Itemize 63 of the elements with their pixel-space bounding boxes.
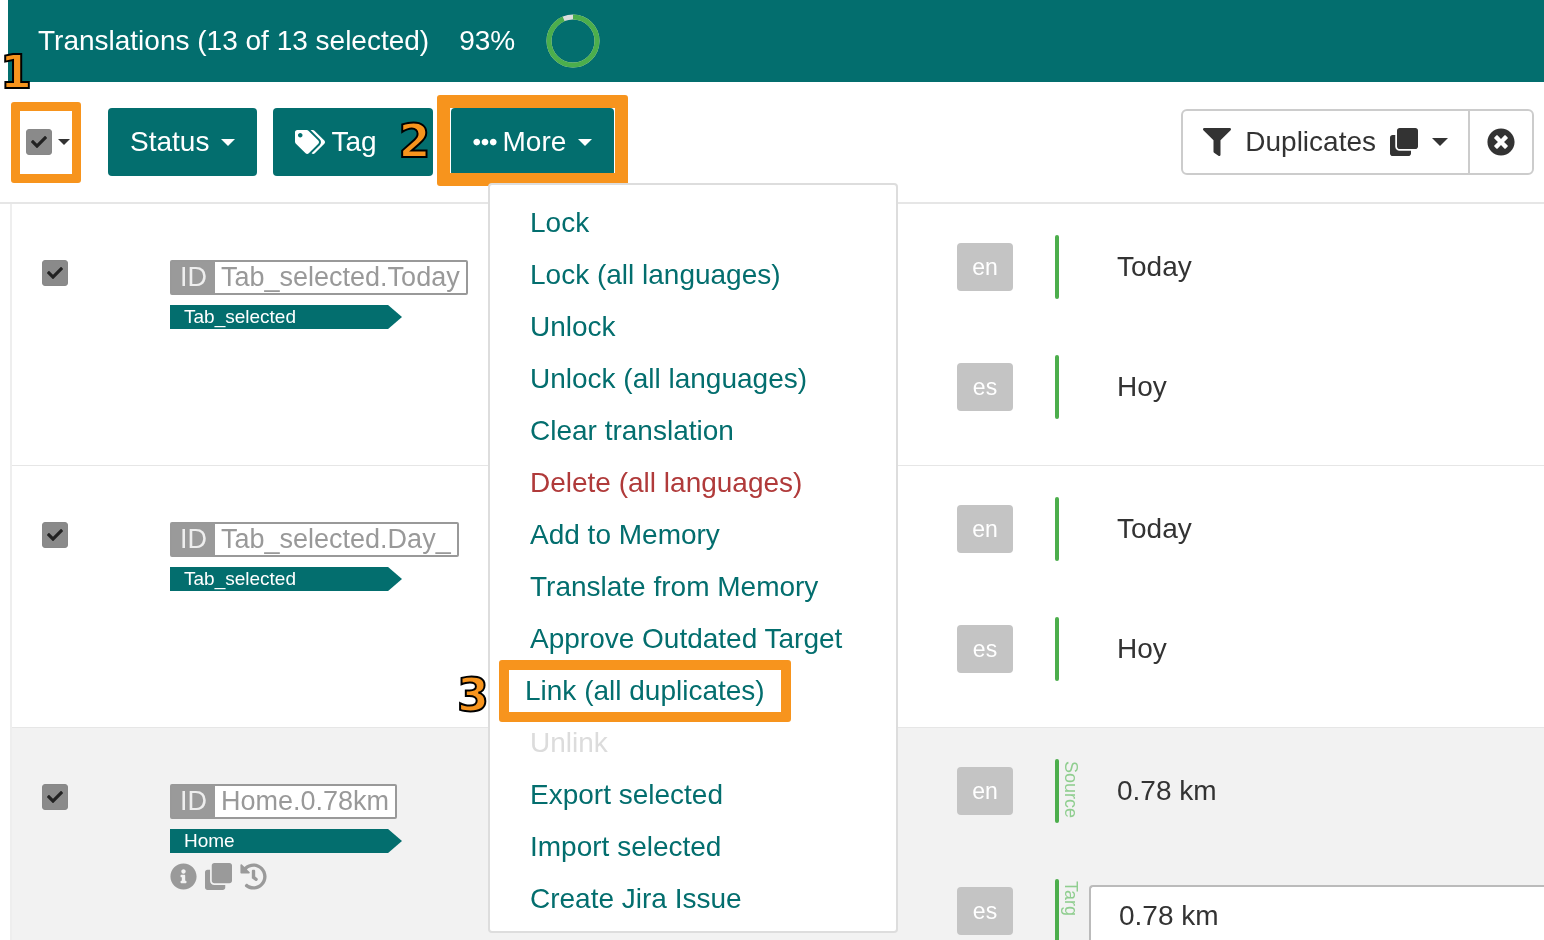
checkmark-icon [47,789,63,805]
translation-text: Today [1117,251,1192,283]
checkmark-icon [47,527,63,543]
header-title: Translations (13 of 13 selected) [38,25,430,57]
menu-item[interactable]: Lock (all languages) [490,258,781,292]
id-label: ID [172,786,215,817]
side-label: Targ [1061,881,1081,918]
copy-icon [1390,128,1418,156]
close-icon [1487,128,1515,156]
status-bar-line [1055,759,1059,823]
row-checkbox[interactable] [42,784,68,810]
filter-icon [1203,128,1232,156]
progress-ring-icon [545,13,602,69]
menu-item[interactable]: Delete (all languages) [490,466,803,500]
translation-text: Hoy [1117,371,1167,403]
translation-input[interactable]: 0.78 km [1089,885,1544,940]
caret-icon [1432,138,1448,146]
select-all-checkbox[interactable] [26,129,52,155]
menu-item[interactable]: Translate from Memory [490,570,819,604]
status-bar-line [1055,497,1059,561]
id-label: ID [172,524,215,555]
menu-item[interactable]: Unlock (all languages) [490,362,808,396]
language-badge: es [957,363,1013,411]
progress-percent: 93% [459,25,516,57]
language-badge: es [957,887,1013,935]
language-badge: en [957,505,1013,553]
language-badge: en [957,243,1013,291]
menu-item[interactable]: Approve Outdated Target [490,622,843,656]
id-label: ID [172,262,215,293]
callout-number: 3 [457,672,489,718]
language-badge: es [957,625,1013,673]
side-label: Source [1061,761,1081,821]
menu-item[interactable]: Link (all duplicates) [525,674,765,708]
key-id: Home.0.78km [215,786,396,817]
menu-item[interactable]: Unlock [490,310,616,344]
row-checkbox[interactable] [42,522,68,548]
caret-icon [221,138,236,146]
translation-text: Hoy [1117,633,1167,665]
status-bar-line [1055,617,1059,681]
more-button[interactable]: More [450,108,615,176]
caret-icon[interactable] [58,139,70,145]
tag-label: Home [170,829,402,853]
status-bar-line [1055,355,1059,419]
menu-item[interactable]: Import selected [490,830,722,864]
tag-label: Tab_selected [170,567,402,591]
menu-item[interactable]: Create Jira Issue [490,882,742,916]
menu-item[interactable]: Add to Memory [490,518,720,552]
checkmark-icon [47,265,63,281]
language-badge: en [957,767,1013,815]
translation-text: Today [1117,513,1192,545]
tag-label: Tab_selected [170,305,402,329]
tags-icon [295,127,326,157]
menu-item[interactable]: Lock [490,206,590,240]
checkmark-icon [31,134,47,150]
menu-item[interactable]: Clear translation [490,414,734,448]
row-checkbox[interactable] [42,260,68,286]
translation-text: 0.78 km [1117,775,1217,807]
status-bar-line [1055,235,1059,299]
menu-item[interactable]: Export selected [490,778,723,812]
callout-number: 2 [398,118,431,164]
status-bar-line [1055,879,1059,940]
caret-icon [578,138,593,146]
status-button[interactable]: Status [108,108,258,176]
